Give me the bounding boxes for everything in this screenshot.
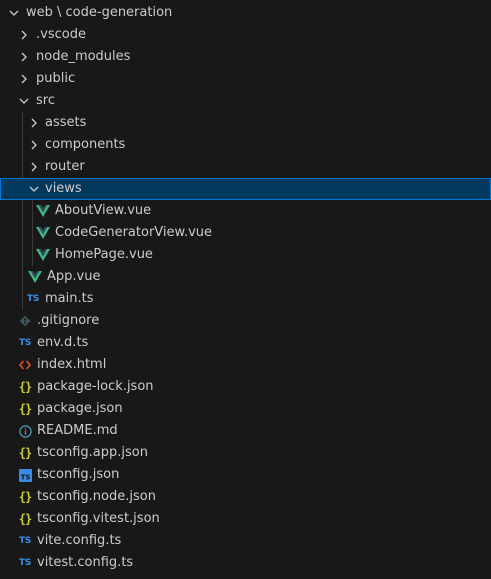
root-folder-row[interactable]: web \ code-generation	[0, 2, 491, 24]
indent-guide	[22, 200, 23, 222]
tree-item-label: package.json	[37, 401, 123, 416]
json-icon: {}	[18, 446, 32, 460]
tree-item-vscode[interactable]: .vscode	[0, 24, 491, 46]
vue-icon	[27, 269, 43, 285]
json-icon: {}	[18, 380, 32, 394]
typescript-icon: TS	[26, 294, 40, 304]
tree-item-homepage-vue[interactable]: HomePage.vue	[0, 244, 491, 266]
indent-guide	[22, 288, 23, 310]
info-icon	[17, 423, 33, 439]
tree-item-tsconfig-vitest-json[interactable]: {} tsconfig.vitest.json	[0, 508, 491, 530]
root-folder-label: web \ code-generation	[26, 5, 173, 20]
indent-guide	[22, 112, 23, 134]
tree-item-label: App.vue	[47, 269, 101, 284]
indent-guide	[32, 200, 33, 222]
tree-item-label: vitest.config.ts	[37, 555, 134, 570]
chevron-right-icon	[26, 159, 42, 175]
tree-item-label: AboutView.vue	[55, 203, 152, 218]
tree-item-readme-md[interactable]: README.md	[0, 420, 491, 442]
vue-icon	[35, 203, 51, 219]
chevron-right-icon	[16, 27, 32, 43]
indent-guide	[22, 134, 23, 156]
indent-guide	[22, 156, 23, 178]
tree-item-label: env.d.ts	[37, 335, 89, 350]
tree-item-aboutview-vue[interactable]: AboutView.vue	[0, 200, 491, 222]
tree-item-label: assets	[45, 115, 87, 130]
tsconfig-icon-text: TS	[20, 473, 30, 481]
tree-item-label: router	[45, 159, 85, 174]
tree-item-gitignore[interactable]: .gitignore	[0, 310, 491, 332]
tree-item-vitest-config-ts[interactable]: TS vitest.config.ts	[0, 552, 491, 574]
chevron-down-icon	[16, 93, 32, 109]
indent-guide	[22, 244, 23, 266]
html-icon	[17, 357, 33, 373]
tree-item-assets[interactable]: assets	[0, 112, 491, 134]
file-explorer: web \ code-generation .vscode node_modul…	[0, 0, 491, 579]
tree-item-components[interactable]: components	[0, 134, 491, 156]
typescript-icon: TS	[18, 558, 32, 568]
tree-item-tsconfig-json[interactable]: TS tsconfig.json	[0, 464, 491, 486]
tree-item-label: components	[45, 137, 126, 152]
indent-guide	[22, 266, 23, 288]
tree-item-tsconfig-node-json[interactable]: {} tsconfig.node.json	[0, 486, 491, 508]
git-icon	[17, 313, 33, 329]
tree-item-tsconfig-app-json[interactable]: {} tsconfig.app.json	[0, 442, 491, 464]
chevron-right-icon	[16, 71, 32, 87]
tree-item-label: HomePage.vue	[55, 247, 153, 262]
tree-item-node-modules[interactable]: node_modules	[0, 46, 491, 68]
tree-item-label: tsconfig.app.json	[37, 445, 148, 460]
tree-item-src[interactable]: src	[0, 90, 491, 112]
tree-item-label: package-lock.json	[37, 379, 154, 394]
tree-item-views[interactable]: views	[0, 178, 491, 200]
tree-item-router[interactable]: router	[0, 156, 491, 178]
tree-item-main-ts[interactable]: TS main.ts	[0, 288, 491, 310]
tree-item-package-lock-json[interactable]: {} package-lock.json	[0, 376, 491, 398]
tree-item-label: main.ts	[45, 291, 94, 306]
indent-guide	[32, 244, 33, 266]
typescript-icon: TS	[18, 338, 32, 348]
tree-item-label: tsconfig.vitest.json	[37, 511, 160, 526]
tree-item-env-d-ts[interactable]: TS env.d.ts	[0, 332, 491, 354]
tree-item-app-vue[interactable]: App.vue	[0, 266, 491, 288]
tree-item-label: node_modules	[36, 49, 131, 64]
tree-item-label: tsconfig.json	[37, 467, 120, 482]
tree-item-label: .gitignore	[37, 313, 100, 328]
tree-item-label: views	[45, 181, 82, 196]
vue-icon	[35, 247, 51, 263]
json-icon: {}	[18, 490, 32, 504]
chevron-down-icon	[6, 5, 22, 21]
tree-item-label: README.md	[37, 423, 118, 438]
tree-item-label: tsconfig.node.json	[37, 489, 156, 504]
tree-item-package-json[interactable]: {} package.json	[0, 398, 491, 420]
tsconfig-icon: TS	[17, 467, 33, 483]
tree-item-label: CodeGeneratorView.vue	[55, 225, 213, 240]
json-icon: {}	[18, 512, 32, 526]
tree-item-public[interactable]: public	[0, 68, 491, 90]
chevron-right-icon	[26, 137, 42, 153]
tree-item-label: index.html	[37, 357, 107, 372]
tree-item-index-html[interactable]: index.html	[0, 354, 491, 376]
tree-item-label: .vscode	[36, 27, 86, 42]
chevron-right-icon	[26, 115, 42, 131]
tree-item-vite-config-ts[interactable]: TS vite.config.ts	[0, 530, 491, 552]
vue-icon	[35, 225, 51, 241]
chevron-right-icon	[16, 49, 32, 65]
tree-item-label: public	[36, 71, 76, 86]
json-icon: {}	[18, 402, 32, 416]
tree-item-label: src	[36, 93, 55, 108]
tree-item-codegeneratorview-vue[interactable]: CodeGeneratorView.vue	[0, 222, 491, 244]
indent-guide	[32, 222, 33, 244]
indent-guide	[22, 222, 23, 244]
chevron-down-icon	[26, 181, 42, 197]
typescript-icon: TS	[18, 536, 32, 546]
tree-item-label: vite.config.ts	[37, 533, 122, 548]
